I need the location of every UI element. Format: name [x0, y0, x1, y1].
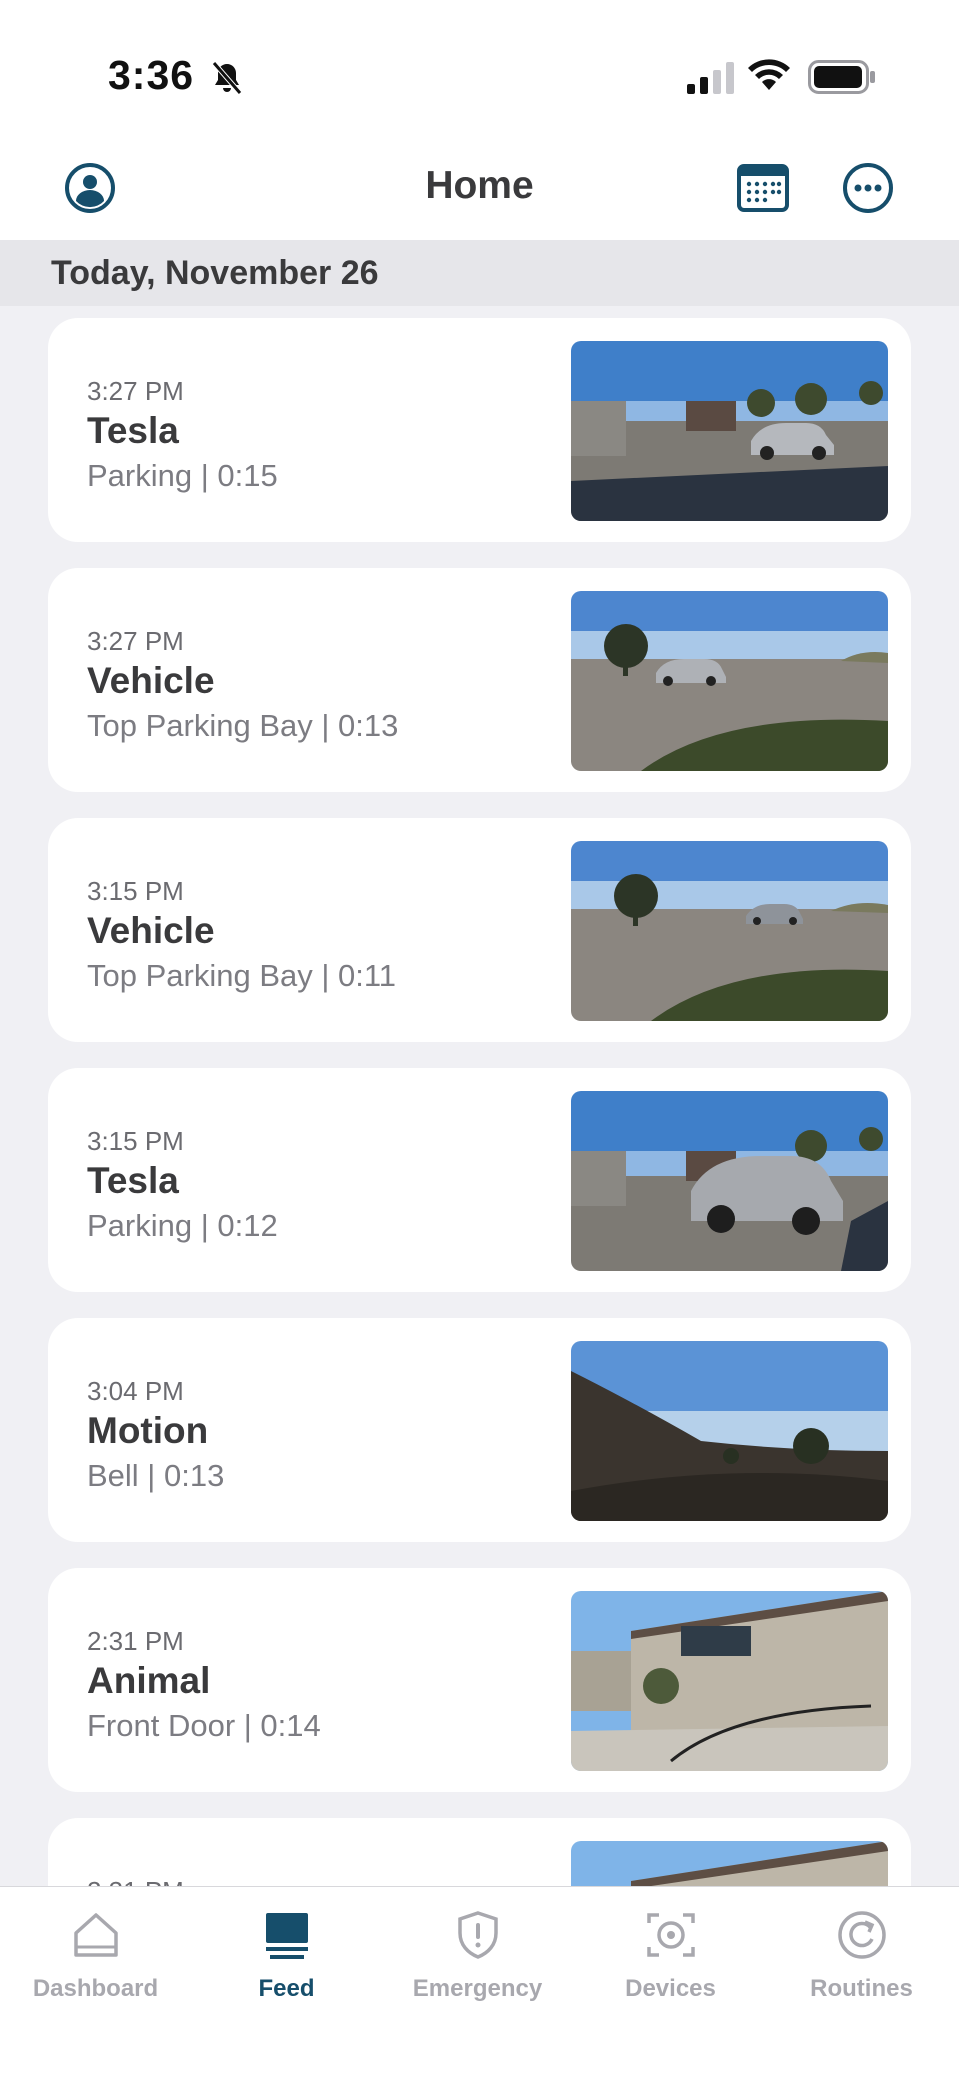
event-thumbnail[interactable]: [571, 841, 888, 1021]
tab-bar: Dashboard Feed Emergency Devices Routine…: [0, 1886, 959, 2085]
page-title: Home: [425, 164, 534, 207]
event-subtitle: Top Parking Bay | 0:13: [87, 708, 399, 743]
tab-feed[interactable]: Feed: [191, 1887, 382, 2017]
status-bar: 3:36: [0, 0, 959, 140]
more-options-icon[interactable]: [842, 162, 894, 214]
tab-label: Emergency: [412, 1975, 543, 2002]
event-card[interactable]: 3:04 PM Motion Bell | 0:13: [48, 1318, 911, 1542]
event-feed[interactable]: 3:27 PM Tesla Parking | 0:15 3:27 PM Veh…: [0, 306, 959, 1886]
event-time: 3:04 PM: [87, 1376, 184, 1406]
event-title: Motion: [87, 1410, 209, 1451]
event-thumbnail[interactable]: [571, 341, 888, 521]
tab-devices[interactable]: Devices: [575, 1887, 766, 2017]
event-time: 2:31 PM: [87, 1626, 184, 1656]
event-title: Vehicle: [87, 910, 215, 951]
date-section-header: Today, November 26: [0, 240, 959, 306]
routine-icon: [838, 1911, 886, 1959]
event-title: Tesla: [87, 1160, 179, 1201]
event-title: Animal: [87, 1660, 211, 1701]
camera-icon: [647, 1913, 695, 1957]
event-subtitle: Top Parking Bay | 0:11: [87, 958, 397, 993]
status-time: 3:36: [108, 52, 195, 98]
app-header: Home: [0, 140, 959, 240]
event-time: 3:27 PM: [87, 376, 184, 406]
date-label: Today, November 26: [51, 254, 379, 292]
event-title: Tesla: [87, 410, 179, 451]
feed-icon: [266, 1913, 308, 1959]
event-card[interactable]: 2:31 PM Animal Front Door | 0:14: [48, 1568, 911, 1792]
event-thumbnail[interactable]: [571, 1591, 888, 1771]
tab-dashboard[interactable]: Dashboard: [0, 1887, 191, 2017]
event-time: 3:15 PM: [87, 1126, 184, 1156]
bell-off-icon: [212, 61, 242, 95]
event-card[interactable]: 3:27 PM Vehicle Top Parking Bay | 0:13: [48, 568, 911, 792]
event-time: 2:31 PM: [87, 1876, 184, 1886]
event-time: 3:27 PM: [87, 626, 184, 656]
event-thumbnail[interactable]: [571, 1841, 888, 1886]
tab-label: Feed: [258, 1975, 315, 2002]
event-thumbnail[interactable]: [571, 1341, 888, 1521]
event-subtitle: Front Door | 0:14: [87, 1708, 321, 1743]
cellular-signal-icon: [687, 62, 734, 94]
event-card[interactable]: 3:15 PM Vehicle Top Parking Bay | 0:11: [48, 818, 911, 1042]
event-card[interactable]: 3:27 PM Tesla Parking | 0:15: [48, 318, 911, 542]
home-icon: [74, 1913, 118, 1957]
event-subtitle: Bell | 0:13: [87, 1458, 225, 1493]
event-subtitle: Parking | 0:15: [87, 458, 278, 493]
tab-label: Devices: [625, 1975, 716, 2002]
shield-alert-icon: [458, 1911, 498, 1959]
event-card[interactable]: 3:15 PM Tesla Parking | 0:12: [48, 1068, 911, 1292]
tab-label: Dashboard: [32, 1975, 159, 2002]
event-thumbnail[interactable]: [571, 591, 888, 771]
battery-icon: [808, 60, 875, 94]
event-title: Vehicle: [87, 660, 215, 701]
event-subtitle: Parking | 0:12: [87, 1208, 278, 1243]
wifi-icon: [748, 59, 790, 90]
tab-routines[interactable]: Routines: [766, 1887, 957, 2017]
event-card[interactable]: 2:31 PM: [48, 1818, 911, 1886]
event-thumbnail[interactable]: [571, 1091, 888, 1271]
tab-emergency[interactable]: Emergency: [382, 1887, 573, 2017]
event-time: 3:15 PM: [87, 876, 184, 906]
calendar-icon[interactable]: [737, 162, 789, 214]
tab-label: Routines: [810, 1975, 913, 2002]
